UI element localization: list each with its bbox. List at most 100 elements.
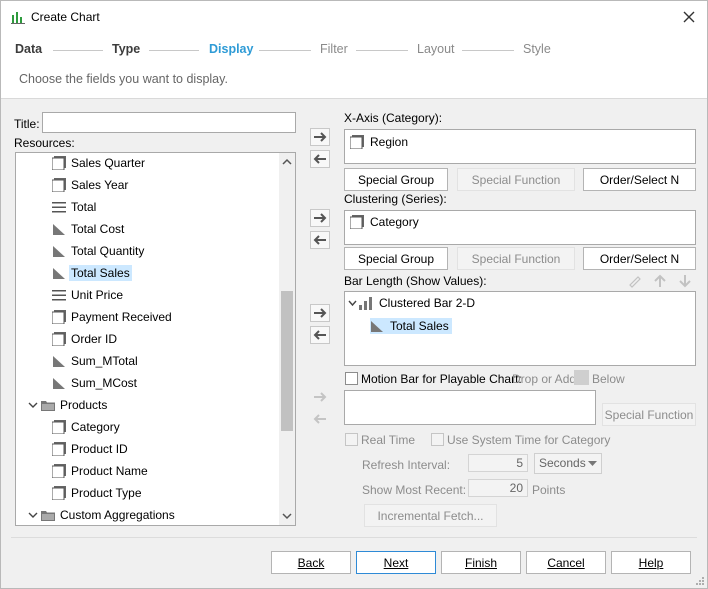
measure-icon <box>53 356 65 367</box>
step-display[interactable]: Display <box>209 42 253 56</box>
motion-bar-checkbox[interactable] <box>345 372 358 385</box>
close-icon[interactable] <box>679 7 699 27</box>
xaxis-label: X-Axis (Category): <box>344 111 443 125</box>
next-button[interactable]: Next <box>356 551 436 574</box>
tree-item-label: Sum_MTotal <box>71 354 138 368</box>
clustering-field-category[interactable]: Category <box>350 215 419 229</box>
text-field-icon <box>52 290 66 301</box>
show-most-recent-input[interactable]: 20 <box>468 479 528 497</box>
tree-item[interactable]: Total Cost <box>52 219 124 239</box>
resize-grip-icon[interactable] <box>695 576 705 586</box>
collapse-icon[interactable] <box>348 299 357 308</box>
real-time-label: Real Time <box>361 433 416 447</box>
title-input[interactable] <box>42 112 296 133</box>
tree-item-label: Custom Aggregations <box>60 508 175 522</box>
below-hint: Below <box>592 372 625 386</box>
tree-item[interactable]: Order ID <box>52 329 117 349</box>
remove-from-motion-arrow-icon <box>313 414 326 424</box>
tree-item[interactable]: Payment Received <box>52 307 172 327</box>
motion-special-function-button[interactable]: Special Function <box>602 403 696 426</box>
help-button[interactable]: Help <box>611 551 691 574</box>
tree-item[interactable]: Product Name <box>52 461 148 481</box>
tree-item[interactable]: Sales Quarter <box>52 153 145 173</box>
step-style[interactable]: Style <box>523 42 551 56</box>
tree-item-label: Product ID <box>71 442 128 456</box>
tree-item[interactable]: Category <box>52 417 120 437</box>
refresh-interval-input[interactable]: 5 <box>468 454 528 472</box>
incremental-fetch-button[interactable]: Incremental Fetch... <box>364 504 497 527</box>
tree-item[interactable]: Sum_MTotal <box>52 351 138 371</box>
tree-item[interactable]: Sales Year <box>52 175 128 195</box>
motion-field-icon <box>574 370 589 385</box>
remove-from-bar-length-arrow-icon[interactable] <box>310 326 330 344</box>
bar-length-tree[interactable]: Clustered Bar 2-D Total Sales <box>344 291 696 366</box>
tree-item-label: Product Type <box>71 486 142 500</box>
resources-tree[interactable]: Sales Quarter Sales Year Total Total Cost To… <box>15 152 296 526</box>
tree-item-label: Total Cost <box>71 222 125 236</box>
xaxis-special-group-button[interactable]: Special Group <box>344 168 448 191</box>
tree-item-label: Sum_MCost <box>71 376 138 390</box>
scrollbar-thumb[interactable] <box>281 291 293 431</box>
back-button[interactable]: Back <box>271 551 351 574</box>
bar-length-label: Bar Length (Show Values): <box>344 274 487 288</box>
motion-drop-box[interactable] <box>344 390 596 425</box>
tree-folder[interactable]: Products <box>28 395 107 415</box>
clustering-special-group-button[interactable]: Special Group <box>344 247 448 270</box>
clustering-order-select-button[interactable]: Order/Select N <box>583 247 696 270</box>
dimension-icon <box>350 215 364 229</box>
measure-icon <box>371 321 383 332</box>
xaxis-order-select-button[interactable]: Order/Select N <box>583 168 696 191</box>
chevron-down-icon <box>588 461 597 466</box>
tree-item-label: Product Name <box>71 464 148 478</box>
collapse-icon[interactable] <box>28 510 38 520</box>
tree-item[interactable]: Unit Price <box>52 285 123 305</box>
use-system-time-checkbox[interactable] <box>431 433 444 446</box>
dimension-icon <box>52 464 66 478</box>
clustering-special-function-button[interactable]: Special Function <box>457 247 575 270</box>
remove-from-clustering-arrow-icon[interactable] <box>310 231 330 249</box>
scroll-down-icon[interactable] <box>282 512 292 520</box>
tree-item[interactable]: Product ID <box>52 439 128 459</box>
title-bar: Create Chart <box>1 1 707 33</box>
add-to-bar-length-arrow-icon[interactable] <box>310 304 330 322</box>
tree-item-label: Products <box>60 398 108 412</box>
bar-field-total-sales[interactable]: Total Sales <box>370 318 452 334</box>
resources-label: Resources: <box>14 136 75 150</box>
tree-item[interactable]: Total Quantity <box>52 241 144 261</box>
step-data[interactable]: Data <box>15 42 42 56</box>
step-type[interactable]: Type <box>112 42 140 56</box>
title-label: Title: <box>14 117 40 131</box>
tree-scrollbar[interactable] <box>279 153 295 525</box>
clustering-drop-box[interactable]: Category <box>344 210 696 245</box>
clustering-label: Clustering (Series): <box>344 192 447 206</box>
xaxis-field-region[interactable]: Region <box>350 135 408 149</box>
measure-icon <box>53 246 65 257</box>
step-filter[interactable]: Filter <box>320 42 348 56</box>
xaxis-drop-box[interactable]: Region <box>344 129 696 164</box>
add-to-clustering-arrow-icon[interactable] <box>310 209 330 227</box>
cancel-button[interactable]: Cancel <box>526 551 606 574</box>
real-time-checkbox[interactable] <box>345 433 358 446</box>
collapse-icon[interactable] <box>28 400 38 410</box>
dimension-icon <box>52 178 66 192</box>
tree-folder[interactable]: Custom Aggregations <box>28 505 175 525</box>
tree-item[interactable]: Product Type <box>52 483 142 503</box>
tree-item-label: Total Sales <box>69 265 132 281</box>
scroll-up-icon[interactable] <box>282 158 292 166</box>
measure-icon <box>53 224 65 235</box>
tree-item[interactable]: Total Sales <box>52 263 132 283</box>
tree-item[interactable]: Sum_MCost <box>52 373 137 393</box>
remove-from-xaxis-arrow-icon[interactable] <box>310 150 330 168</box>
bar-chart-icon <box>359 297 372 310</box>
finish-button[interactable]: Finish <box>441 551 521 574</box>
refresh-unit-select[interactable]: Seconds <box>534 453 602 474</box>
tree-item[interactable]: Total <box>52 197 96 217</box>
use-system-time-label: Use System Time for Category <box>447 433 611 447</box>
step-layout[interactable]: Layout <box>417 42 455 56</box>
window-title: Create Chart <box>31 10 100 24</box>
xaxis-special-function-button[interactable]: Special Function <box>457 168 575 191</box>
add-to-xaxis-arrow-icon[interactable] <box>310 128 330 146</box>
add-to-motion-arrow-icon <box>314 392 327 402</box>
bar-group-clustered-bar[interactable]: Clustered Bar 2-D <box>359 296 475 310</box>
motion-bar-label: Motion Bar for Playable Chart: <box>361 372 522 386</box>
